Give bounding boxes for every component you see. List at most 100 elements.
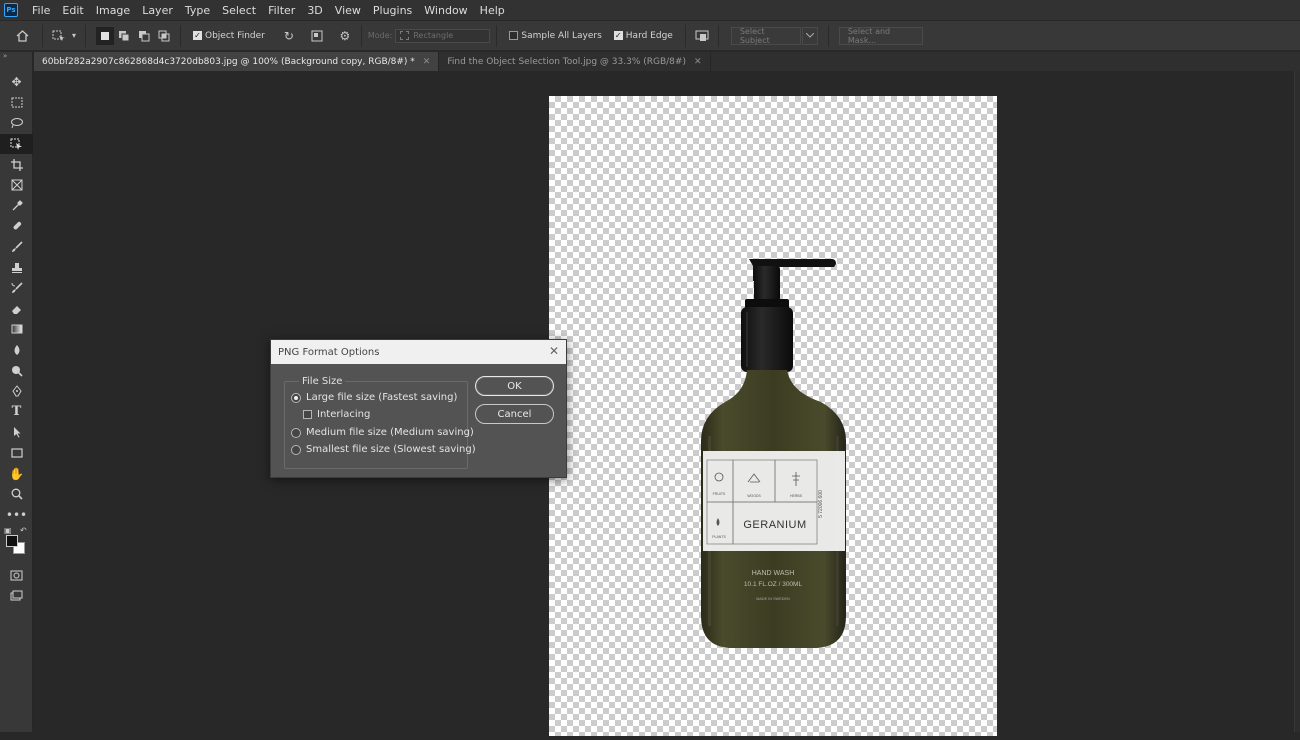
document-canvas[interactable]: FRUITS WOODS HERBS PLANTS GERANIUM 5 720… <box>549 96 997 736</box>
lasso-icon[interactable] <box>0 113 33 134</box>
option-label: Smallest file size (Slowest saving) <box>306 444 476 455</box>
right-panel-edge <box>1294 71 1300 732</box>
intersect-selection-icon[interactable] <box>154 26 174 46</box>
mode-value: Rectangle <box>413 31 454 40</box>
menu-file[interactable]: File <box>26 4 56 17</box>
brush-icon[interactable] <box>0 237 33 258</box>
swap-colors-icon[interactable]: ↶ <box>20 526 27 535</box>
tab-document-2[interactable]: Find the Object Selection Tool.jpg @ 33.… <box>439 52 711 71</box>
file-size-group-label: File Size <box>299 376 346 387</box>
radio-unselected-icon <box>291 427 301 438</box>
menu-select[interactable]: Select <box>216 4 262 17</box>
gear-icon[interactable]: ⚙ <box>335 26 355 46</box>
tool-preset-icon[interactable] <box>49 26 69 46</box>
screen-mode-icon[interactable] <box>0 586 33 607</box>
checkmark-icon: ✓ <box>193 30 202 40</box>
menu-help[interactable]: Help <box>474 4 511 17</box>
option-smallest-file-size[interactable]: Smallest file size (Slowest saving) <box>291 444 476 455</box>
pen-icon[interactable] <box>0 381 33 402</box>
menu-plugins[interactable]: Plugins <box>367 4 418 17</box>
refresh-icon[interactable]: ↻ <box>279 26 299 46</box>
sample-all-layers-checkbox[interactable]: Sample All Layers <box>509 30 602 41</box>
object-finder-checkbox[interactable]: ✓ Object Finder <box>193 31 265 41</box>
default-colors-icon[interactable]: ▣ <box>4 526 12 535</box>
radio-unselected-icon <box>291 444 301 455</box>
foreground-color-swatch[interactable] <box>6 535 18 548</box>
sample-all-layers-label: Sample All Layers <box>521 30 602 41</box>
menu-layer[interactable]: Layer <box>136 4 179 17</box>
zoom-icon[interactable] <box>0 484 33 505</box>
select-subject-dropdown-icon[interactable] <box>801 26 818 45</box>
color-swatches: ▣ ↶ <box>0 525 33 565</box>
close-icon[interactable]: ✕ <box>549 344 559 358</box>
interlacing-label: Interlacing <box>317 409 371 420</box>
interlacing-checkbox[interactable]: Interlacing <box>303 409 370 420</box>
menu-type[interactable]: Type <box>179 4 216 17</box>
photoshop-logo-icon: Ps <box>4 3 18 17</box>
dialog-titlebar: PNG Format Options ✕ <box>271 340 566 364</box>
blur-icon[interactable] <box>0 340 33 361</box>
menu-filter[interactable]: Filter <box>262 4 301 17</box>
checkbox-box <box>509 31 519 40</box>
tab-document-1[interactable]: 60bbf282a2907c862868d4c3720db803.jpg @ 1… <box>34 52 440 71</box>
product-volume-text: 10.1 FL.OZ / 300ML <box>744 581 803 588</box>
eraser-icon[interactable] <box>0 299 33 320</box>
option-label: Medium file size (Medium saving) <box>306 427 474 438</box>
hard-edge-label: Hard Edge <box>625 30 673 41</box>
history-brush-icon[interactable] <box>0 278 33 299</box>
gradient-icon[interactable] <box>0 319 33 340</box>
move-icon[interactable]: ✥ <box>0 72 33 93</box>
menu-view[interactable]: View <box>329 4 367 17</box>
hard-edge-checkbox[interactable]: ✓ Hard Edge <box>613 30 673 41</box>
more-tools-icon[interactable]: ••• <box>0 504 33 525</box>
menu-image[interactable]: Image <box>90 4 136 17</box>
close-icon[interactable]: ✕ <box>694 57 702 67</box>
mask-overlay-icon[interactable] <box>692 26 712 46</box>
dialog-title: PNG Format Options <box>278 346 380 358</box>
collapse-panel-icon[interactable]: » <box>0 52 32 62</box>
dodge-icon[interactable] <box>0 360 33 381</box>
quick-mask-icon[interactable] <box>0 565 33 586</box>
cancel-button[interactable]: Cancel <box>475 404 554 424</box>
show-all-objects-icon[interactable] <box>307 26 327 46</box>
barcode-text: 5 72006 600 <box>818 490 824 518</box>
canvas-area[interactable]: FRUITS WOODS HERBS PLANTS GERANIUM 5 720… <box>34 71 1294 736</box>
option-large-file-size[interactable]: Large file size (Fastest saving) <box>291 392 457 403</box>
hand-icon[interactable]: ✋ <box>0 463 33 484</box>
checkmark-icon: ✓ <box>613 30 623 40</box>
product-brand-text: GERANIUM <box>743 519 806 531</box>
chevron-down-icon[interactable]: ▾ <box>69 26 79 46</box>
marquee-icon[interactable] <box>0 93 33 114</box>
healing-brush-icon[interactable] <box>0 216 33 237</box>
eyedropper-icon[interactable] <box>0 196 33 217</box>
option-medium-file-size[interactable]: Medium file size (Medium saving) <box>291 427 474 438</box>
mode-select[interactable]: Rectangle <box>395 28 491 43</box>
menu-bar: Ps File Edit Image Layer Type Select Fil… <box>0 0 1300 20</box>
rectangle-icon[interactable] <box>0 443 33 464</box>
stamp-icon[interactable] <box>0 257 33 278</box>
mode-label: Mode: <box>367 31 393 40</box>
type-icon[interactable]: T <box>0 402 33 423</box>
path-selection-icon[interactable] <box>0 422 33 443</box>
png-format-options-dialog: PNG Format Options ✕ File Size Large fil… <box>270 339 567 478</box>
select-subject-button[interactable]: Select Subject <box>730 26 801 45</box>
menu-edit[interactable]: Edit <box>56 4 89 17</box>
tab-label: 60bbf282a2907c862868d4c3720db803.jpg @ 1… <box>42 56 415 67</box>
ok-button[interactable]: OK <box>475 376 554 396</box>
home-icon[interactable] <box>12 26 32 46</box>
close-icon[interactable]: ✕ <box>423 57 431 67</box>
label-fruits: FRUITS <box>713 492 726 496</box>
add-to-selection-icon[interactable] <box>114 26 134 46</box>
menu-3d[interactable]: 3D <box>301 4 328 17</box>
menu-window[interactable]: Window <box>418 4 473 17</box>
checkbox-box <box>303 410 312 419</box>
label-herbs: HERBS <box>790 494 803 498</box>
subtract-from-selection-icon[interactable] <box>134 26 154 46</box>
object-selection-icon[interactable] <box>0 133 33 155</box>
select-and-mask-button[interactable]: Select and Mask... <box>838 26 923 45</box>
new-selection-icon[interactable] <box>96 26 114 45</box>
crop-icon[interactable] <box>0 154 33 175</box>
product-origin-text: MADE IN SWEDEN <box>756 597 790 601</box>
product-type-text: HAND WASH <box>752 570 795 577</box>
frame-icon[interactable] <box>0 175 33 196</box>
